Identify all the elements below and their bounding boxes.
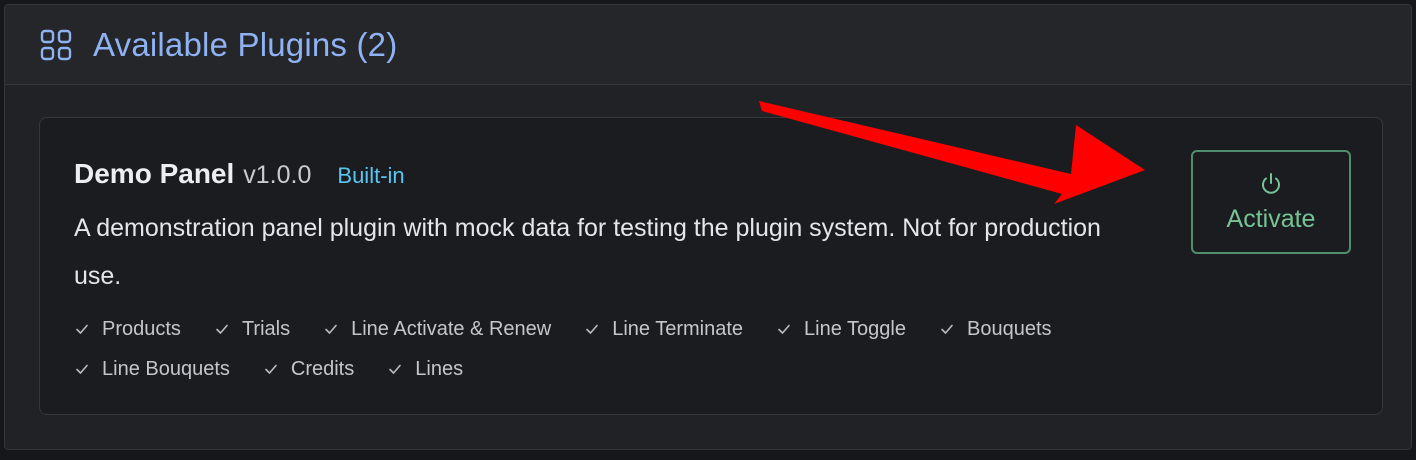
feature-row: Products Trials Line Activate & Renew Line … xyxy=(74,309,1174,349)
check-icon xyxy=(323,321,339,337)
plugin-version: v1.0.0 xyxy=(243,161,312,189)
feature-item: Bouquets xyxy=(939,318,1052,341)
grid-icon xyxy=(39,28,73,62)
check-icon xyxy=(214,321,230,337)
feature-label: Credits xyxy=(290,357,355,380)
activate-label: Activate xyxy=(1226,204,1316,233)
feature-item: Line Toggle xyxy=(776,318,906,341)
plugin-title-row: Demo Panel v1.0.0 Built-in xyxy=(74,158,405,190)
feature-item: Lines xyxy=(387,358,463,381)
feature-label: Line Bouquets xyxy=(102,357,230,380)
feature-list: Products Trials Line Activate & Renew Line … xyxy=(74,309,1174,389)
plugin-description: A demonstration panel plugin with mock d… xyxy=(74,214,1101,290)
check-icon xyxy=(776,321,792,337)
feature-label: Line Toggle xyxy=(804,317,906,340)
feature-label: Products xyxy=(102,317,181,340)
feature-row: Line Bouquets Credits Lines xyxy=(74,349,1174,389)
check-icon xyxy=(263,361,279,377)
plugin-card: Demo Panel v1.0.0 Built-in A demonstrati… xyxy=(39,117,1383,415)
check-icon xyxy=(584,321,600,337)
check-icon xyxy=(387,361,403,377)
panel-header: Available Plugins (2) xyxy=(5,5,1411,85)
panel-title: Available Plugins (2) xyxy=(93,25,398,63)
feature-item: Products xyxy=(74,318,181,341)
feature-item: Line Terminate xyxy=(584,318,743,341)
feature-label: Line Terminate xyxy=(612,317,744,340)
feature-label: Lines xyxy=(415,357,464,380)
check-icon xyxy=(74,361,90,377)
plugin-name: Demo Panel xyxy=(74,158,235,189)
feature-item: Trials xyxy=(214,318,290,341)
plugins-panel: Available Plugins (2) Demo Panel v1.0.0 … xyxy=(4,4,1412,450)
feature-item: Line Bouquets xyxy=(74,358,230,381)
builtin-badge: Built-in xyxy=(337,163,405,188)
power-icon xyxy=(1258,171,1284,197)
activate-button[interactable]: Activate xyxy=(1191,150,1351,254)
feature-label: Line Activate & Renew xyxy=(351,317,552,340)
check-icon xyxy=(74,321,90,337)
check-icon xyxy=(939,321,955,337)
feature-label: Trials xyxy=(241,317,291,340)
feature-item: Credits xyxy=(263,358,354,381)
feature-label: Bouquets xyxy=(967,317,1052,340)
feature-item: Line Activate & Renew xyxy=(323,318,551,341)
